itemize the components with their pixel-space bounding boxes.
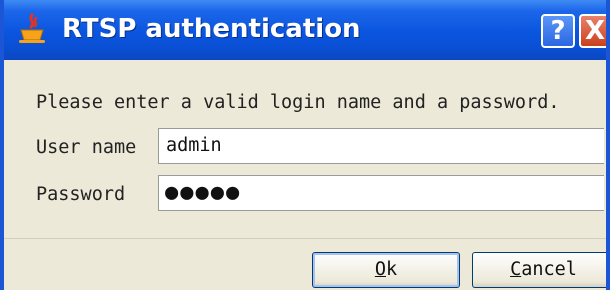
- java-cup-icon: [19, 13, 45, 43]
- cancel-mnemonic: C: [510, 259, 522, 280]
- window-title: RTSP authentication: [62, 14, 361, 44]
- ok-mnemonic: O: [374, 259, 386, 280]
- prompt-text: Please enter a valid login name and a pa…: [36, 92, 560, 113]
- separator: [4, 238, 606, 239]
- ok-button[interactable]: Ok: [312, 252, 460, 288]
- close-button[interactable]: X: [579, 14, 606, 48]
- title-bar[interactable]: RTSP authentication ? X: [4, 0, 606, 60]
- cancel-button[interactable]: Cancel: [472, 252, 606, 288]
- username-label: User name: [36, 137, 137, 158]
- ok-label-rest: k: [386, 259, 398, 280]
- password-label: Password: [36, 184, 126, 205]
- rtsp-authentication-dialog: RTSP authentication ? X Please enter a v…: [0, 0, 610, 290]
- cancel-label-rest: ancel: [521, 259, 577, 280]
- password-input[interactable]: ●●●●●: [158, 175, 604, 211]
- help-button[interactable]: ?: [541, 14, 575, 48]
- username-input[interactable]: admin: [158, 128, 604, 164]
